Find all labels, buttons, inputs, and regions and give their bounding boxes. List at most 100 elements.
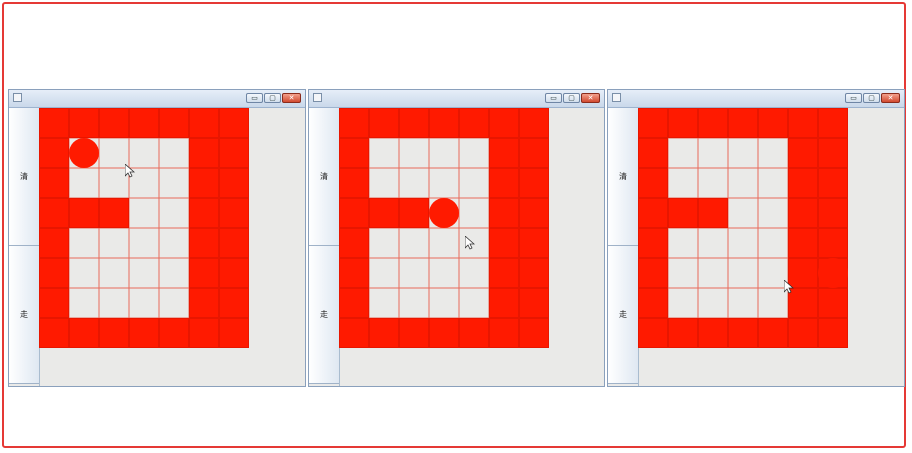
maze-floor-cell[interactable] bbox=[698, 288, 728, 318]
title-bar[interactable]: ▭ ▢ ✕ bbox=[309, 90, 604, 108]
maze-wall-cell[interactable] bbox=[69, 198, 99, 228]
maze-wall-cell[interactable] bbox=[818, 318, 848, 348]
maze-wall-cell[interactable] bbox=[489, 318, 519, 348]
maze-wall-cell[interactable] bbox=[369, 198, 399, 228]
maze-wall-cell[interactable] bbox=[429, 318, 459, 348]
maze-floor-cell[interactable] bbox=[728, 228, 758, 258]
maze-wall-cell[interactable] bbox=[788, 108, 818, 138]
maze-floor-cell[interactable] bbox=[459, 138, 489, 168]
maze-floor-cell[interactable] bbox=[159, 258, 189, 288]
maze-floor-cell[interactable] bbox=[728, 288, 758, 318]
walk-button[interactable]: 走 bbox=[9, 246, 39, 384]
maze-wall-cell[interactable] bbox=[39, 138, 69, 168]
title-bar[interactable]: ▭ ▢ ✕ bbox=[608, 90, 904, 108]
maze-wall-cell[interactable] bbox=[638, 258, 668, 288]
minimize-button[interactable]: ▭ bbox=[246, 93, 263, 103]
clear-button[interactable]: 清 bbox=[9, 108, 39, 246]
clear-button[interactable]: 清 bbox=[309, 108, 339, 246]
maze-wall-cell[interactable] bbox=[339, 138, 369, 168]
maze-floor-cell[interactable] bbox=[758, 228, 788, 258]
maze-wall-cell[interactable] bbox=[818, 198, 848, 228]
maze-wall-cell[interactable] bbox=[189, 138, 219, 168]
maze-floor-cell[interactable] bbox=[429, 228, 459, 258]
maze-floor-cell[interactable] bbox=[159, 168, 189, 198]
maze-wall-cell[interactable] bbox=[638, 228, 668, 258]
maze-wall-cell[interactable] bbox=[519, 108, 549, 138]
maze-floor-cell[interactable] bbox=[99, 228, 129, 258]
maze-floor-cell[interactable] bbox=[668, 228, 698, 258]
maze-floor-cell[interactable] bbox=[399, 168, 429, 198]
maze-floor-cell[interactable] bbox=[399, 228, 429, 258]
maze-floor-cell[interactable] bbox=[69, 258, 99, 288]
maze-wall-cell[interactable] bbox=[219, 138, 249, 168]
maze-floor-cell[interactable] bbox=[459, 258, 489, 288]
maze-wall-cell[interactable] bbox=[788, 318, 818, 348]
maze-wall-cell[interactable] bbox=[189, 258, 219, 288]
maze-floor-cell[interactable] bbox=[728, 168, 758, 198]
maze-wall-cell[interactable] bbox=[399, 108, 429, 138]
maze-floor-cell[interactable] bbox=[728, 138, 758, 168]
maze-wall-cell[interactable] bbox=[638, 168, 668, 198]
maze-wall-cell[interactable] bbox=[638, 138, 668, 168]
maze-floor-cell[interactable] bbox=[69, 168, 99, 198]
maze-wall-cell[interactable] bbox=[399, 198, 429, 228]
maze-floor-cell[interactable] bbox=[399, 138, 429, 168]
maze-wall-cell[interactable] bbox=[788, 168, 818, 198]
maze-wall-cell[interactable] bbox=[399, 318, 429, 348]
maze-floor-cell[interactable] bbox=[459, 288, 489, 318]
maze-wall-cell[interactable] bbox=[339, 108, 369, 138]
maze-wall-cell[interactable] bbox=[339, 168, 369, 198]
maze-floor-cell[interactable] bbox=[159, 198, 189, 228]
maze-wall-cell[interactable] bbox=[638, 318, 668, 348]
maze-floor-cell[interactable] bbox=[159, 138, 189, 168]
maze-wall-cell[interactable] bbox=[39, 198, 69, 228]
maze-floor-cell[interactable] bbox=[698, 138, 728, 168]
maze-wall-cell[interactable] bbox=[69, 108, 99, 138]
maze-wall-cell[interactable] bbox=[129, 318, 159, 348]
maze-wall-cell[interactable] bbox=[219, 198, 249, 228]
maze-wall-cell[interactable] bbox=[219, 288, 249, 318]
maze-wall-cell[interactable] bbox=[99, 198, 129, 228]
maze-floor-cell[interactable] bbox=[429, 168, 459, 198]
maze-wall-cell[interactable] bbox=[99, 108, 129, 138]
maximize-button[interactable]: ▢ bbox=[563, 93, 580, 103]
maze-floor-cell[interactable] bbox=[459, 168, 489, 198]
maze-floor-cell[interactable] bbox=[429, 138, 459, 168]
maze-wall-cell[interactable] bbox=[459, 318, 489, 348]
maze-wall-cell[interactable] bbox=[189, 168, 219, 198]
maze-wall-cell[interactable] bbox=[159, 318, 189, 348]
maze-wall-cell[interactable] bbox=[519, 318, 549, 348]
clear-button[interactable]: 清 bbox=[608, 108, 638, 246]
title-bar[interactable]: ▭ ▢ ✕ bbox=[9, 90, 305, 108]
maze-floor-cell[interactable] bbox=[159, 288, 189, 318]
maze-wall-cell[interactable] bbox=[668, 318, 698, 348]
maze-wall-cell[interactable] bbox=[519, 288, 549, 318]
maze-floor-cell[interactable] bbox=[698, 228, 728, 258]
maze-wall-cell[interactable] bbox=[39, 228, 69, 258]
maze-wall-cell[interactable] bbox=[99, 318, 129, 348]
maze-wall-cell[interactable] bbox=[788, 198, 818, 228]
maze-floor-cell[interactable] bbox=[99, 288, 129, 318]
maze-floor-cell[interactable] bbox=[668, 258, 698, 288]
maze-wall-cell[interactable] bbox=[638, 288, 668, 318]
maze-wall-cell[interactable] bbox=[489, 288, 519, 318]
maze-floor-cell[interactable] bbox=[399, 288, 429, 318]
maze-wall-cell[interactable] bbox=[39, 258, 69, 288]
maze-wall-cell[interactable] bbox=[339, 258, 369, 288]
maze-wall-cell[interactable] bbox=[219, 168, 249, 198]
maze-wall-cell[interactable] bbox=[519, 258, 549, 288]
maze-floor-cell[interactable] bbox=[758, 138, 788, 168]
maze-wall-cell[interactable] bbox=[818, 288, 848, 318]
maze-wall-cell[interactable] bbox=[189, 228, 219, 258]
maze-wall-cell[interactable] bbox=[369, 318, 399, 348]
maze-wall-cell[interactable] bbox=[818, 138, 848, 168]
maze-wall-cell[interactable] bbox=[758, 318, 788, 348]
maze-wall-cell[interactable] bbox=[339, 288, 369, 318]
maze-wall-cell[interactable] bbox=[758, 108, 788, 138]
maze-floor-cell[interactable] bbox=[369, 168, 399, 198]
maze-wall-cell[interactable] bbox=[519, 228, 549, 258]
maze-wall-cell[interactable] bbox=[459, 108, 489, 138]
maze-wall-cell[interactable] bbox=[728, 108, 758, 138]
maze-wall-cell[interactable] bbox=[39, 108, 69, 138]
maze-wall-cell[interactable] bbox=[698, 318, 728, 348]
